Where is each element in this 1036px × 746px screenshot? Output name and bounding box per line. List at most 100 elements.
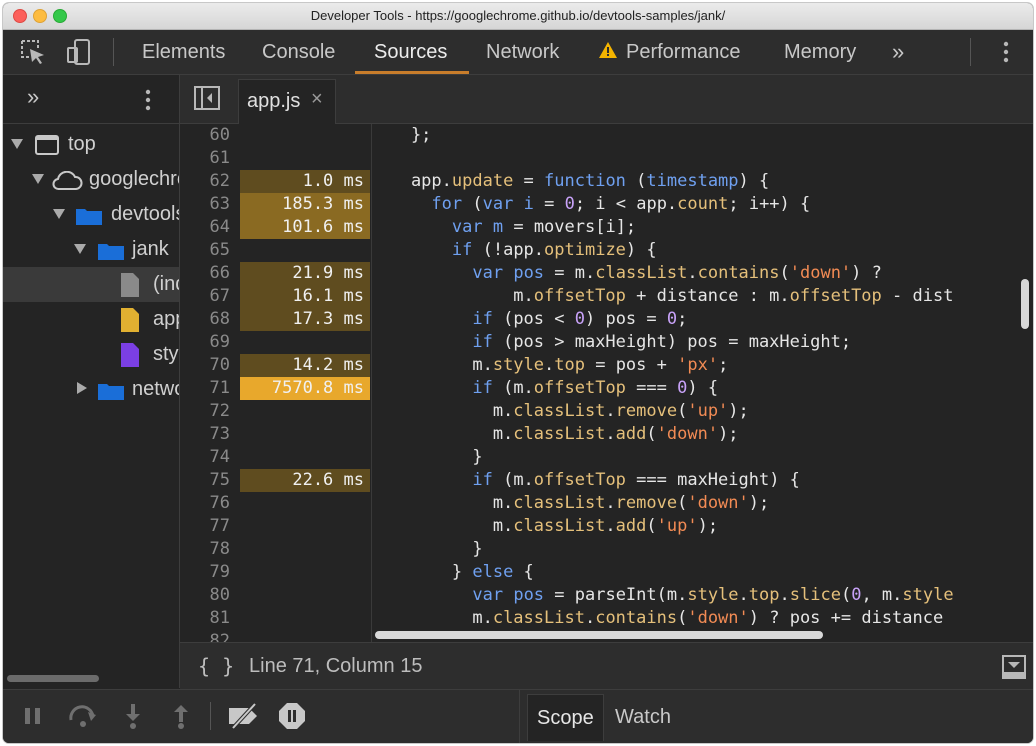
line-number[interactable]: 73	[180, 423, 230, 446]
line-number[interactable]: 80	[180, 584, 230, 607]
code-line[interactable]: m.style.top = pos + 'px';	[372, 354, 728, 377]
line-number[interactable]: 71	[180, 377, 230, 400]
line-number[interactable]: 76	[180, 492, 230, 515]
step-over-icon[interactable]	[67, 702, 96, 730]
code-line[interactable]: var pos = m.classList.contains('down') ?	[372, 262, 882, 285]
toggle-navigator-icon[interactable]	[194, 86, 220, 115]
navigator-more-chevron-icon[interactable]: »	[27, 84, 39, 110]
file-tab-name: app.js	[247, 90, 301, 112]
code-line[interactable]: m.classList.remove('up');	[372, 400, 749, 423]
code-line[interactable]: for (var i = 0; i < app.count; i++) {	[372, 193, 810, 216]
expand-arrow-icon[interactable]	[53, 209, 65, 219]
navigator-kebab-icon[interactable]	[141, 87, 155, 118]
tree-item-label: styles.css	[153, 343, 179, 365]
code-line[interactable]: } else {	[372, 561, 534, 584]
code-line[interactable]: if (pos > maxHeight) pos = maxHeight;	[372, 331, 851, 354]
vertical-scrollbar[interactable]	[1021, 279, 1029, 329]
line-number[interactable]: 67	[180, 285, 230, 308]
step-into-icon[interactable]	[119, 702, 147, 730]
tree-item-label: app.js	[153, 308, 179, 330]
horizontal-scrollbar[interactable]	[375, 631, 823, 639]
line-number[interactable]: 75	[180, 469, 230, 492]
line-number[interactable]: 69	[180, 331, 230, 354]
code-line[interactable]: m.classList.contains('down') ? pos += di…	[372, 607, 943, 628]
line-number[interactable]: 78	[180, 538, 230, 561]
tab-memory[interactable]: Memory	[784, 30, 856, 74]
tab-network[interactable]: Network	[486, 30, 559, 74]
code-line[interactable]: m.classList.remove('down');	[372, 492, 769, 515]
tree-item-jank[interactable]: jank	[3, 232, 179, 267]
tree-item-label: jank	[132, 238, 169, 260]
editor-status-bar: { } Line 71, Column 15	[180, 642, 1033, 689]
line-number[interactable]: 66	[180, 262, 230, 285]
tree-item-index[interactable]: (index)	[3, 267, 179, 302]
code-line[interactable]: if (!app.optimize) {	[372, 239, 657, 262]
toggle-debugger-icon[interactable]	[1002, 655, 1026, 684]
pause-on-exceptions-icon[interactable]	[278, 702, 306, 730]
pretty-print-icon[interactable]: { }	[198, 654, 234, 678]
line-number[interactable]: 64	[180, 216, 230, 239]
code-line[interactable]: }	[372, 446, 482, 469]
code-line[interactable]: if (m.offsetTop === maxHeight) {	[372, 469, 800, 492]
line-number[interactable]: 79	[180, 561, 230, 584]
code-line[interactable]: m.offsetTop + distance : m.offsetTop - d…	[372, 285, 953, 308]
line-number[interactable]: 82	[180, 630, 230, 642]
css-file-icon	[121, 343, 139, 367]
line-number[interactable]: 72	[180, 400, 230, 423]
line-timing: 16.1 ms	[240, 285, 370, 308]
line-number[interactable]: 70	[180, 354, 230, 377]
line-number[interactable]: 77	[180, 515, 230, 538]
line-number[interactable]: 62	[180, 170, 230, 193]
debugger-toolbar: Scope Watch	[3, 689, 1033, 743]
step-out-icon[interactable]	[167, 702, 195, 730]
code-line[interactable]: if (m.offsetTop === 0) {	[372, 377, 718, 400]
line-number[interactable]: 60	[180, 124, 230, 147]
code-editor[interactable]: }; app.update = function (timestamp) { f…	[372, 124, 1016, 628]
code-line[interactable]: if (pos < 0) pos = 0;	[372, 308, 687, 331]
tree-item-top[interactable]: top	[3, 127, 179, 162]
line-number[interactable]: 74	[180, 446, 230, 469]
expand-arrow-icon[interactable]	[11, 139, 23, 149]
line-number[interactable]: 63	[180, 193, 230, 216]
tab-performance[interactable]: Performance	[598, 30, 741, 74]
line-timing: 22.6 ms	[240, 469, 370, 492]
deactivate-breakpoints-icon[interactable]	[227, 702, 257, 730]
tab-watch[interactable]: Watch	[606, 694, 680, 740]
code-line[interactable]: var pos = parseInt(m.style.top.slice(0, …	[372, 584, 953, 607]
active-tab-indicator	[355, 71, 469, 74]
navigator-header: »	[3, 75, 179, 124]
tab-scope[interactable]: Scope	[527, 694, 604, 741]
tab-console[interactable]: Console	[262, 30, 335, 74]
collapse-arrow-icon[interactable]	[77, 382, 87, 394]
folder-icon	[76, 209, 102, 225]
tree-item-styles-css[interactable]: styles.css	[3, 337, 179, 372]
warning-icon	[598, 31, 618, 75]
code-line[interactable]: };	[372, 124, 431, 147]
editor-file-tab[interactable]: app.js ×	[238, 79, 336, 124]
device-toolbar-icon[interactable]	[66, 39, 92, 65]
tree-item-devtools-samples[interactable]: devtools-samples	[3, 197, 179, 232]
pause-icon[interactable]	[19, 702, 47, 730]
expand-arrow-icon[interactable]	[32, 174, 44, 184]
inspect-element-icon[interactable]	[20, 39, 46, 65]
code-line[interactable]: }	[372, 538, 482, 561]
expand-arrow-icon[interactable]	[74, 244, 86, 254]
kebab-menu-icon[interactable]	[993, 39, 1019, 65]
close-tab-icon[interactable]: ×	[311, 88, 323, 111]
code-line[interactable]: var m = movers[i];	[372, 216, 636, 239]
code-line[interactable]: m.classList.add('down');	[372, 423, 739, 446]
code-line[interactable]: app.update = function (timestamp) {	[372, 170, 769, 193]
tree-item-domain[interactable]: googlechrome.github.io	[3, 162, 179, 197]
line-number[interactable]: 81	[180, 607, 230, 630]
tab-sources[interactable]: Sources	[374, 30, 447, 74]
more-tabs-chevron-icon[interactable]: »	[892, 30, 904, 74]
tree-item-network[interactable]: network	[3, 372, 179, 407]
line-number[interactable]: 68	[180, 308, 230, 331]
tree-item-app-js[interactable]: app.js	[3, 302, 179, 337]
navigator-scrollbar[interactable]	[7, 675, 99, 682]
line-number[interactable]: 65	[180, 239, 230, 262]
code-line[interactable]: m.classList.add('up');	[372, 515, 718, 538]
tab-elements[interactable]: Elements	[142, 30, 225, 74]
line-number[interactable]: 61	[180, 147, 230, 170]
tree-item-label: top	[68, 133, 96, 155]
